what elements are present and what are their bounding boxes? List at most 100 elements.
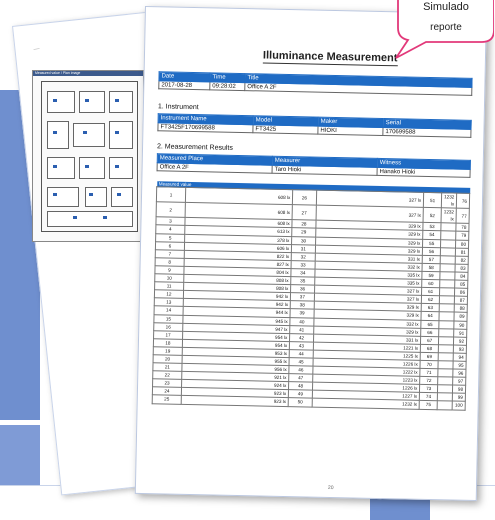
table-cell: 80: [455, 239, 469, 248]
plan-room: [47, 211, 133, 227]
plan-room: [79, 91, 105, 113]
table-cell: 88: [454, 304, 468, 313]
table-cell: 87: [454, 296, 468, 305]
bubble-line-1: Simulado: [423, 1, 469, 13]
table-cell: 82: [455, 255, 469, 265]
plan-room: [85, 187, 107, 207]
witness-value: Hanako Hioki: [377, 167, 471, 178]
table-cell: 98: [452, 385, 466, 394]
table-cell: 77: [456, 208, 470, 224]
plan-room: [47, 187, 79, 207]
measurement-point-marker: [83, 131, 87, 134]
measurement-point-marker: [117, 193, 121, 196]
bubble-line-2: reporte: [430, 22, 462, 33]
table-cell: 79: [455, 231, 469, 240]
plan-wall: [41, 81, 42, 231]
table-cell: 50: [288, 398, 312, 407]
plan-room: [109, 121, 133, 149]
instrument-table: Instrument Name Model Maker Serial FT342…: [157, 113, 472, 138]
table-cell: 25: [152, 395, 182, 404]
background-panel-bottom-left: [0, 425, 40, 485]
table-cell: 26: [292, 189, 317, 206]
measurement-point-marker: [115, 99, 119, 102]
speech-bubble: Simulado reporte: [395, 0, 494, 59]
table-cell: 86: [454, 288, 468, 297]
results-info-table: Measured Place Measurer Witness Office A…: [157, 153, 471, 178]
plan-wall: [137, 81, 138, 231]
measurement-point-marker: [85, 99, 89, 102]
table-cell: 27: [292, 204, 317, 221]
table-cell: 52: [423, 207, 442, 224]
measurement-point-marker: [53, 99, 57, 102]
measurement-point-marker: [115, 165, 119, 168]
table-cell: 51: [423, 192, 442, 208]
plan-room: [73, 123, 105, 147]
page-number: 20: [327, 484, 334, 492]
plan-room: [109, 157, 133, 179]
table-cell: 95: [453, 361, 467, 370]
table-cell: 96: [453, 369, 466, 378]
results-section-title: 2. Measurement Results: [156, 143, 233, 152]
table-cell: 97: [452, 377, 466, 386]
table-cell: 94: [453, 352, 467, 362]
table-cell: 99: [452, 393, 466, 402]
measurement-point-marker: [115, 131, 119, 134]
table-cell: [438, 344, 454, 353]
illuminance-report-page: Illuminance Measurement Date Time Title …: [134, 6, 487, 502]
table-cell: 100: [452, 401, 466, 410]
instrument-maker-value: HIOKI: [317, 126, 384, 136]
table-cell: 90: [454, 320, 467, 329]
table-cell: 75: [419, 400, 438, 410]
table-cell: 76: [456, 193, 470, 209]
table-cell: 923 lx: [181, 395, 289, 407]
measurement-point-marker: [53, 193, 57, 196]
table-cell: [438, 328, 455, 337]
table-cell: 1: [156, 186, 186, 203]
table-cell: 1232 lx: [441, 192, 457, 209]
report-title: Illuminance Measurement: [262, 49, 398, 67]
measurement-values-table: Measured value 1 608 lx 26 327 lx 51 1232 lx 7…: [152, 181, 471, 410]
table-cell: [439, 271, 456, 281]
table-cell: 91: [453, 328, 467, 337]
measurement-point-marker: [103, 216, 107, 219]
floor-plan-image: Measured value / Plan image: [32, 70, 144, 242]
measurement-point-marker: [85, 165, 89, 168]
time-value: 09:28:02: [209, 81, 245, 91]
instrument-name-value: FT3425F170699588: [157, 122, 254, 133]
plan-wall: [41, 231, 138, 232]
table-cell: 78: [456, 223, 470, 232]
measurement-point-marker: [53, 165, 57, 168]
table-cell: [439, 279, 456, 289]
table-cell: 92: [453, 336, 467, 346]
floor-plan-title: Measured value / Plan image: [35, 71, 81, 75]
table-cell: 2: [156, 201, 186, 218]
table-cell: 81: [455, 247, 469, 257]
plan-room: [47, 121, 69, 149]
table-cell: [438, 352, 454, 362]
plan-room: [109, 91, 133, 113]
measurement-values-body: 1 608 lx 26 327 lx 51 1232 lx 76 2 608 lx 27 327 l…: [152, 186, 470, 410]
table-cell: 1232 lx: [311, 398, 420, 409]
table-cell: [438, 336, 454, 345]
table-cell: 93: [453, 344, 467, 354]
table-cell: 83: [455, 263, 469, 273]
table-cell: 89: [454, 312, 468, 321]
instrument-section-title: 1. Instrument: [157, 103, 199, 112]
plan-room: [79, 157, 105, 179]
measurement-point-marker: [89, 193, 93, 196]
measurement-point-marker: [53, 131, 57, 134]
instrument-serial-value: 170699588: [382, 127, 471, 138]
plan-wall: [41, 81, 137, 82]
table-cell: [437, 401, 453, 410]
date-value: 2017-08-28: [158, 80, 210, 90]
back-page-header: —: [33, 46, 40, 53]
report-header-table: Date Time Title 2017-08-28 09:28:02 Offi…: [158, 71, 473, 96]
plan-room: [47, 157, 75, 179]
measured-place-value: Office A 2F: [157, 162, 273, 174]
table-cell: [440, 263, 456, 272]
plan-room: [111, 187, 133, 207]
table-cell: 1232 lx: [441, 207, 457, 224]
plan-room: [47, 91, 75, 113]
table-cell: 85: [454, 280, 468, 289]
measurer-value: Taro Hioki: [272, 165, 378, 176]
